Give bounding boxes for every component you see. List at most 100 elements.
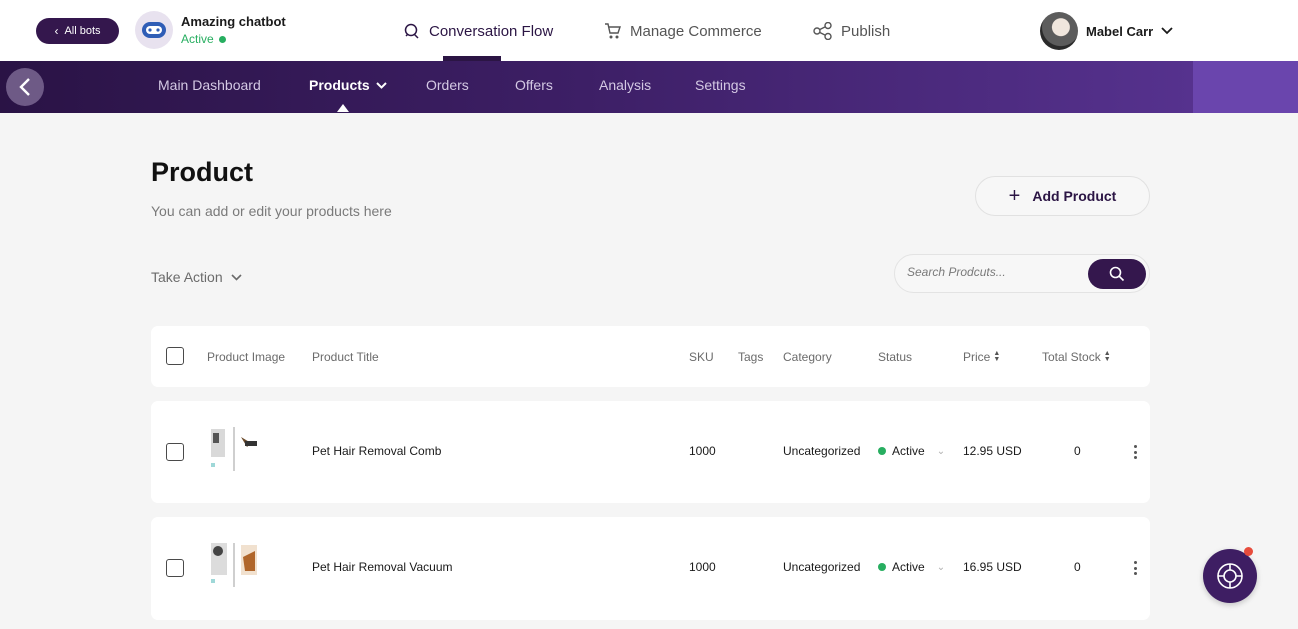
product-sku: 1000 [689,560,716,574]
column-header-label: Category [783,350,832,364]
status-dot [218,35,226,43]
search-input[interactable] [907,265,1082,279]
select-all-checkbox[interactable] [166,347,184,365]
nav-manage-commerce[interactable]: Manage Commerce [604,22,762,40]
nav-conversation-flow[interactable]: Conversation Flow [403,22,553,40]
back-button[interactable] [6,68,44,106]
status-label: Active [892,444,925,458]
more-options-icon[interactable] [1132,561,1138,575]
column-header-product-title: Product Title [312,350,379,364]
column-header-label: Product Title [312,350,379,364]
notification-badge [1244,547,1253,556]
status-dot [878,563,886,571]
status-dropdown[interactable]: Active ⌄ [878,444,945,458]
column-header-tags: Tags [738,350,763,364]
table-row: Pet Hair Removal Vacuum 1000 Uncategoriz… [151,517,1150,620]
nav-publish[interactable]: Publish [813,22,890,40]
status-label: Active [892,560,925,574]
cart-icon [605,23,621,39]
page-title: Product [151,157,254,187]
column-header-status: Status [878,350,912,364]
product-stock: 0 [1074,444,1081,458]
subnav-item-label: Offers [515,77,553,93]
product-image [207,541,265,589]
take-action-dropdown[interactable]: Take Action [151,269,242,285]
all-bots-button[interactable]: ‹ All bots [36,18,119,44]
column-header-label: Product Image [207,350,286,364]
column-header-label: Price [963,350,991,364]
table-header: Product Image Product Title SKU Tags Cat… [151,326,1150,387]
chevron-down-icon: ⌄ [936,561,946,573]
subnav-item-label: Main Dashboard [158,77,261,93]
search-icon [1109,266,1125,282]
subnav-item-label: Orders [426,77,469,93]
product-title[interactable]: Pet Hair Removal Comb [312,444,441,458]
product-price: 12.95 USD [963,444,1022,458]
nav-conversation-flow-label: Conversation Flow [429,22,554,40]
chevron-left-icon [19,78,30,96]
chevron-left-icon: ‹ [54,24,59,38]
product-title[interactable]: Pet Hair Removal Vacuum [312,560,453,574]
nav-publish-label: Publish [841,22,891,40]
sort-icon: ▲ ▼ [993,350,1001,363]
subnav-item-label: Products [309,77,370,93]
column-header-label: Status [878,350,913,364]
subnav-item-label: Settings [695,77,746,93]
column-header-total-stock[interactable]: Total Stock ▲ ▼ [1042,350,1111,364]
column-header-label: SKU [689,350,714,364]
subnav-item-analysis[interactable]: Analysis [599,77,651,93]
status-dropdown[interactable]: Active ⌄ [878,560,945,574]
more-options-icon[interactable] [1132,445,1138,459]
column-header-category: Category [783,350,832,364]
search-box [894,254,1150,293]
lifebuoy-icon [1217,563,1243,589]
product-price: 16.95 USD [963,560,1022,574]
plus-icon: + [1008,185,1021,207]
all-bots-label: All bots [64,25,101,37]
avatar [1040,12,1078,50]
subnav-right-block [1193,61,1298,113]
product-category: Uncategorized [783,560,861,574]
product-stock: 0 [1074,560,1081,574]
subnav-item-main-dashboard[interactable]: Main Dashboard [158,77,261,93]
column-header-label: Tags [738,350,764,364]
bot-status: Active [181,32,226,46]
column-header-product-image: Product Image [207,350,285,364]
take-action-label: Take Action [151,269,223,285]
subnav-item-settings[interactable]: Settings [695,77,746,93]
search-button[interactable] [1088,259,1146,289]
nav-manage-commerce-label: Manage Commerce [630,22,762,40]
column-header-price[interactable]: Price ▲ ▼ [963,350,1000,364]
add-product-button[interactable]: + Add Product [975,176,1150,216]
robot-icon [142,22,166,38]
subnav-item-products[interactable]: Products [309,77,387,93]
top-bar: ‹ All bots Amazing chatbot Active Conver… [0,0,1298,61]
chat-flow-icon [404,23,419,39]
status-dot [878,447,886,455]
user-menu[interactable]: Mabel Carr [1040,12,1173,50]
bot-status-label: Active [181,32,214,46]
row-checkbox[interactable] [166,559,184,577]
product-image [207,425,265,473]
page-subtitle: You can add or edit your products here [151,203,392,219]
column-header-sku: SKU [689,350,714,364]
add-product-label: Add Product [1032,188,1117,204]
share-icon [813,22,832,40]
chevron-down-icon [231,273,242,281]
subnav-item-label: Analysis [599,77,652,93]
subnav-item-offers[interactable]: Offers [515,77,553,93]
bot-name: Amazing chatbot [181,14,286,29]
table-row: Pet Hair Removal Comb 1000 Uncategorized… [151,401,1150,503]
subnav-item-orders[interactable]: Orders [426,77,469,93]
chevron-down-icon [375,81,387,89]
row-checkbox[interactable] [166,443,184,461]
product-category: Uncategorized [783,444,861,458]
help-chat-button[interactable] [1203,547,1257,603]
sort-icon: ▲ ▼ [1103,350,1111,363]
user-name: Mabel Carr [1086,23,1154,39]
sub-nav: Main Dashboard Products Orders Offers An… [0,61,1298,113]
chevron-down-icon: ⌄ [936,445,946,457]
chevron-down-icon [1161,27,1173,35]
column-header-label: Total Stock [1042,350,1101,364]
active-subnav-caret [337,104,349,112]
